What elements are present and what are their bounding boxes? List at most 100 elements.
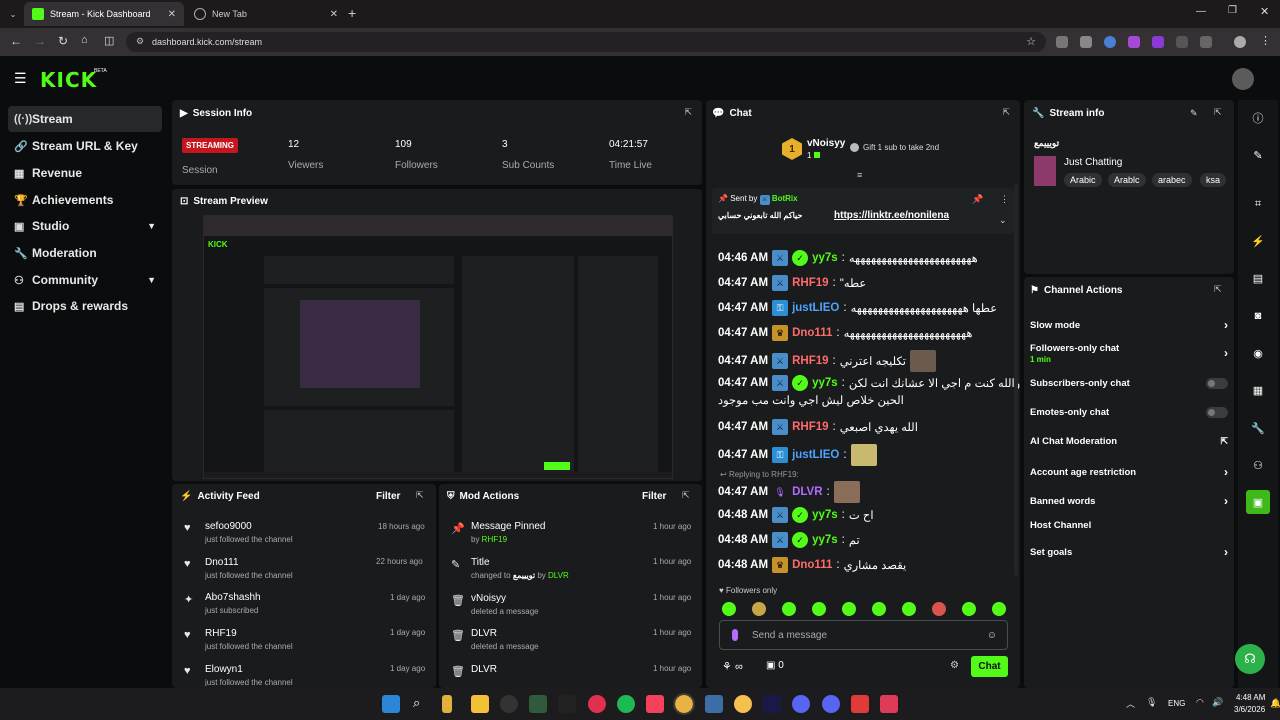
mod-action-title[interactable]: DLVR (471, 664, 497, 675)
set-goals-action[interactable]: Set goals › (1030, 545, 1228, 559)
category-thumbnail[interactable] (1034, 156, 1056, 186)
chat-message[interactable]: 04:48 AM ⚔ ✓ yy7s: تم (718, 532, 860, 548)
sidebar-item-community[interactable]: ⚇ Community ▼ (8, 267, 162, 293)
reload-icon[interactable]: ↻ (58, 34, 68, 48)
emote-icon[interactable] (842, 602, 856, 616)
browser-menu-icon[interactable]: ⋮ (1260, 34, 1271, 47)
chat-message[interactable]: 04:48 AM ♛ Dno111: يقصد مشاري (718, 557, 906, 573)
discord-icon[interactable] (792, 695, 810, 713)
popout-icon[interactable]: ⇱ (416, 490, 424, 501)
activity-name[interactable]: Abo7shashh (205, 592, 261, 603)
extension-icon[interactable] (1104, 36, 1116, 48)
sidebar-item-achievements[interactable]: 🏆 Achievements (8, 187, 162, 213)
top-gifter-name[interactable]: vNoisyy (807, 138, 845, 149)
banned-words-action[interactable]: Banned words › (1030, 494, 1228, 508)
app-icon[interactable] (880, 695, 898, 713)
extension-icon[interactable] (1128, 36, 1140, 48)
pinned-link[interactable]: https://linktr.ee/nonilena (834, 210, 949, 221)
support-headset-icon[interactable]: ☊ (1235, 644, 1265, 674)
volume-icon[interactable]: 🔊 (1212, 697, 1223, 708)
subscribers-only-action[interactable]: Subscribers-only chat (1030, 378, 1228, 389)
tab-kick-dashboard[interactable]: Stream - Kick Dashboard ✕ (24, 2, 184, 26)
wrench-icon[interactable]: 🔧 (1244, 414, 1272, 442)
emote-icon[interactable] (962, 602, 976, 616)
kick-logo[interactable]: KICK (40, 68, 97, 92)
edit-icon[interactable]: ✎ (1244, 141, 1272, 169)
microphone-icon[interactable]: 🎙 (1146, 697, 1157, 708)
wifi-icon[interactable]: ◠ (1196, 697, 1204, 708)
hamburger-menu-icon[interactable]: ☰ (14, 70, 27, 87)
chat-message[interactable]: 04:47 AM ⚔ RHF19: تكليجه اعترني (718, 350, 936, 372)
user-avatar[interactable] (1232, 68, 1254, 90)
send-chat-button[interactable]: Chat (971, 656, 1008, 677)
spotify-icon[interactable] (617, 695, 635, 713)
profile-avatar[interactable] (1234, 36, 1246, 48)
more-options-icon[interactable]: ⋮ (1000, 194, 1009, 205)
app-icon[interactable] (851, 695, 869, 713)
chat-scrollbar[interactable] (1014, 184, 1018, 576)
category-name[interactable]: Just Chatting (1064, 157, 1122, 168)
tab-new-tab[interactable]: New Tab ✕ (186, 2, 346, 26)
split-view-icon[interactable]: ◫ (104, 34, 114, 47)
sidebar-item-stream-url-key[interactable]: 🔗 Stream URL & Key (8, 133, 162, 159)
sidebar-item-drops-rewards[interactable]: ▤ Drops & rewards (8, 293, 162, 319)
popout-icon[interactable]: ⇱ (684, 107, 692, 118)
activity-name[interactable]: sefoo9000 (205, 521, 252, 532)
search-icon[interactable]: ⌕ (413, 695, 420, 711)
emotes-only-action[interactable]: Emotes-only chat (1030, 407, 1228, 418)
chat-message[interactable]: 04:47 AM ⚿ justLIEO: (718, 444, 877, 466)
popout-icon[interactable]: ⇱ (682, 490, 690, 501)
app-extension-icon[interactable]: ▣ (1246, 490, 1270, 514)
app-icon[interactable] (442, 695, 452, 713)
ai-chat-moderation-action[interactable]: AI Chat Moderation ⇱ (1030, 436, 1228, 447)
followers-only-action[interactable]: Followers-only chat 1 min › (1030, 343, 1228, 365)
maximize-button[interactable]: ❐ (1228, 5, 1237, 16)
channel-points[interactable]: ⚘ ∞ (722, 660, 743, 673)
app-icon[interactable] (588, 695, 606, 713)
tab-search-icon[interactable]: ⌄ (6, 7, 20, 21)
chat-message[interactable]: 04:47 AM ⚿ justLIEO: عطها ههههههههههههههههه… (718, 300, 997, 316)
activity-name[interactable]: RHF19 (205, 628, 237, 639)
chat-message[interactable]: 04:48 AM ⚔ ✓ yy7s: اح ت (718, 507, 874, 523)
info-icon[interactable]: ⓘ (1244, 104, 1272, 132)
date[interactable]: 3/6/2026 (1234, 705, 1265, 714)
filter-button[interactable]: Filter (376, 491, 400, 502)
chrome-icon[interactable] (673, 693, 695, 715)
popout-icon[interactable]: ⇱ (1214, 107, 1222, 118)
stream-preview-video[interactable]: KICK (203, 215, 673, 479)
address-bar[interactable]: ⚙ dashboard.kick.com/stream ☆ (126, 32, 1046, 52)
chat-message[interactable]: 04:47 AM 🎙 DLVR: (718, 481, 860, 503)
app-icon[interactable] (529, 695, 547, 713)
emoji-picker-icon[interactable]: ☺ (987, 630, 997, 641)
emote-icon[interactable] (722, 602, 736, 616)
bookmark-star-icon[interactable]: ☆ (1026, 35, 1036, 48)
close-icon[interactable]: ✕ (330, 9, 338, 20)
app-icon[interactable] (734, 695, 752, 713)
chat-icon[interactable]: ◙ (1244, 302, 1272, 330)
music-icon[interactable] (646, 695, 664, 713)
sidebar-item-studio[interactable]: ▣ Studio ▼ (8, 213, 162, 239)
lightning-icon[interactable]: ⚡ (1244, 227, 1272, 255)
community-icon[interactable]: ⚇ (1244, 451, 1272, 479)
sidebar-item-stream[interactable]: ((·)) Stream (8, 106, 162, 132)
sidebar-item-revenue[interactable]: ▦ Revenue (8, 160, 162, 186)
app-icon[interactable] (705, 695, 723, 713)
emote-icon[interactable] (812, 602, 826, 616)
broadcast-icon[interactable]: ◉ (1244, 339, 1272, 367)
popout-icon[interactable]: ⇱ (1214, 284, 1222, 295)
unpin-icon[interactable]: 📌 (972, 194, 983, 205)
close-icon[interactable]: ✕ (168, 9, 176, 20)
chat-settings-icon[interactable]: ⚙ (950, 660, 959, 671)
activity-name[interactable]: Dno111 (205, 557, 239, 568)
chat-message[interactable]: 04:47 AM ⚔ RHF19: الله يهدي اصبعي (718, 419, 918, 435)
activity-name[interactable]: Elowyn1 (205, 664, 243, 675)
new-tab-button[interactable]: + (348, 5, 356, 21)
emote-icon[interactable] (752, 602, 766, 616)
mod-action-title[interactable]: vNoisyy (471, 593, 506, 604)
extension-icon[interactable] (1176, 36, 1188, 48)
gift-counter[interactable]: ▣ 0 (766, 660, 784, 671)
host-channel-action[interactable]: Host Channel (1030, 520, 1228, 531)
chat-message[interactable]: 04:47 AM ⚔ ✓ yy7s: والله كنت م اجي الا عشانك… (718, 375, 1020, 391)
extension-icon[interactable] (1056, 36, 1068, 48)
filter-button[interactable]: Filter (642, 491, 666, 502)
